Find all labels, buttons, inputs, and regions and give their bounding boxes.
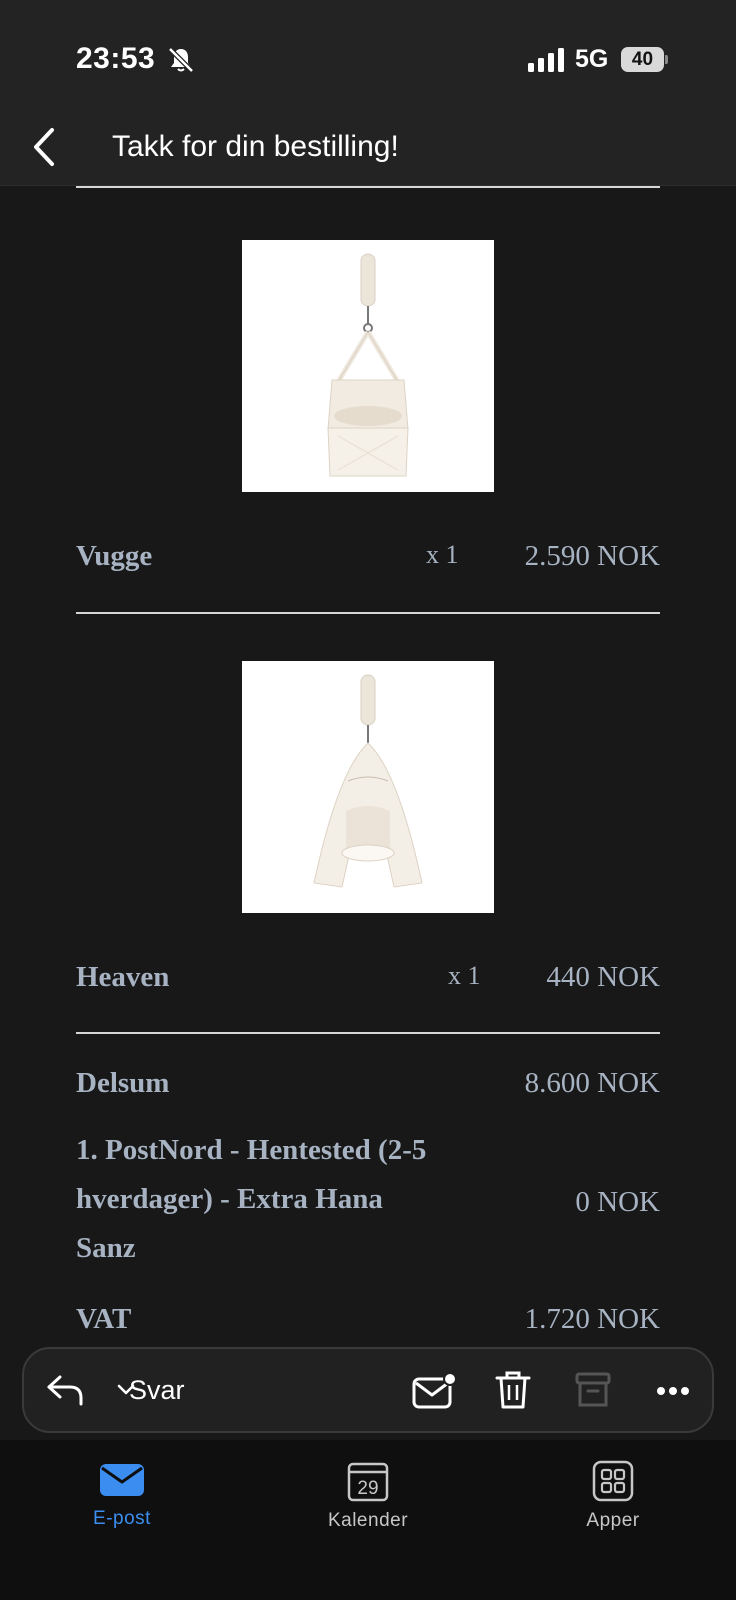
canopy-illustration: [313, 674, 423, 888]
email-body[interactable]: Vugge x 1 2.590 NOK Heaven x 1 440 NOK D…: [0, 186, 736, 1426]
divider: [76, 186, 660, 188]
battery-level: 40: [621, 47, 664, 72]
product-row-heaven: Heaven x 1 440 NOK: [76, 961, 660, 1001]
mail-icon: [100, 1464, 144, 1496]
product-quantity: x 1: [448, 961, 481, 990]
tab-label: E-post: [93, 1508, 151, 1529]
email-subject-title: Takk for din bestilling!: [112, 130, 399, 163]
vat-row: VAT 1.720 NOK: [76, 1303, 660, 1343]
bell-slash-icon: [168, 47, 194, 73]
navigation-bar: Takk for din bestilling!: [0, 110, 736, 186]
product-row-vugge: Vugge x 1 2.590 NOK: [76, 540, 660, 580]
product-price: 2.590 NOK: [524, 540, 660, 572]
mark-unread-icon[interactable]: [412, 1371, 456, 1411]
tab-label: Kalender: [327, 1510, 409, 1531]
product-image-vugge[interactable]: [242, 240, 494, 492]
vat-value: 1.720 NOK: [524, 1303, 660, 1335]
divider: [76, 1032, 660, 1034]
battery-icon: 40: [621, 47, 668, 72]
tab-apps[interactable]: Apper: [533, 1460, 693, 1550]
shipping-row: 1. PostNord - Hentested (2-5 hverdager) …: [76, 1126, 660, 1276]
product-image-heaven[interactable]: [242, 661, 494, 913]
apps-grid-icon: [592, 1460, 634, 1502]
message-action-toolbar: Svar: [22, 1347, 714, 1433]
back-chevron-icon[interactable]: [28, 124, 62, 170]
calendar-day: 29: [357, 1478, 378, 1499]
product-quantity: x 1: [426, 540, 459, 569]
subtotal-label: Delsum: [76, 1067, 170, 1099]
archive-icon[interactable]: [574, 1371, 612, 1409]
subtotal-value: 8.600 NOK: [524, 1067, 660, 1099]
trash-icon[interactable]: [494, 1369, 532, 1411]
cradle-illustration: [327, 253, 409, 477]
tab-email[interactable]: E-post: [42, 1460, 202, 1550]
shipping-value: 0 NOK: [575, 1186, 660, 1218]
reply-button[interactable]: Svar: [129, 1375, 185, 1406]
network-type: 5G: [575, 45, 609, 73]
shipping-label: 1. PostNord - Hentested (2-5 hverdager) …: [76, 1134, 427, 1264]
tab-label: Apper: [586, 1510, 640, 1531]
product-name: Heaven: [76, 961, 170, 993]
more-options-icon[interactable]: [656, 1385, 690, 1397]
tab-bar: E-post 29 Kalender Apper: [0, 1440, 736, 1600]
reply-icon[interactable]: [46, 1373, 84, 1407]
calendar-icon: 29: [347, 1462, 389, 1502]
vat-label: VAT: [76, 1303, 132, 1335]
status-time: 23:53: [76, 42, 156, 75]
status-bar: 23:53 5G 40: [0, 0, 736, 110]
product-price: 440 NOK: [546, 961, 660, 993]
subtotal-row: Delsum 8.600 NOK: [76, 1067, 660, 1107]
cellular-signal-icon: [528, 48, 564, 72]
divider: [76, 612, 660, 614]
product-name: Vugge: [76, 540, 153, 572]
tab-calendar[interactable]: 29 Kalender: [288, 1460, 448, 1550]
